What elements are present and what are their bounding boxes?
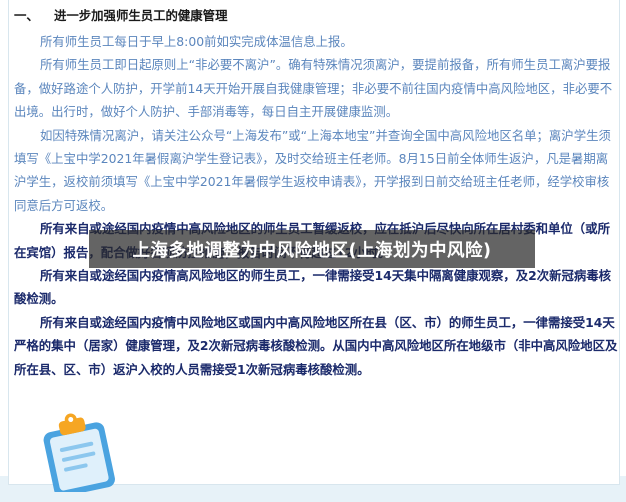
paragraph-5: 所有来自或途经国内疫情高风险地区的师生员工，一律需接受14天集中隔离健康观察，及… bbox=[14, 268, 612, 307]
paragraph-3: 如因特殊情况离沪，请关注公众号“上海发布”或“上海本地宝”并查询全国中高风险地区… bbox=[14, 127, 611, 213]
section-heading: 一、 进一步加强师生员工的健康管理 bbox=[14, 2, 618, 30]
paragraph-1: 所有师生员工每日于早上8:00前如实完成体温信息上报。 bbox=[40, 34, 353, 49]
paragraph-2: 所有师生员工即日起原则上“非必要不离沪”。确有特殊情况须离沪，要提前报备，所有师… bbox=[14, 57, 613, 120]
heading-number: 一、 bbox=[14, 8, 39, 23]
document-body: 一、 进一步加强师生员工的健康管理 所有师生员工每日于早上8:00前如实完成体温… bbox=[14, 2, 618, 381]
headline-overlay: 上海多地调整为中风险地区(上海划为中风险) bbox=[89, 230, 535, 268]
heading-title: 进一步加强师生员工的健康管理 bbox=[54, 8, 228, 23]
page: 一、 进一步加强师生员工的健康管理 所有师生员工每日于早上8:00前如实完成体温… bbox=[0, 0, 626, 502]
clipboard-icon bbox=[43, 413, 115, 492]
paragraph-6: 所有来自或途经国内疫情中风险地区或国内中高风险地区所在县（区、市）的师生员工，一… bbox=[14, 314, 618, 377]
